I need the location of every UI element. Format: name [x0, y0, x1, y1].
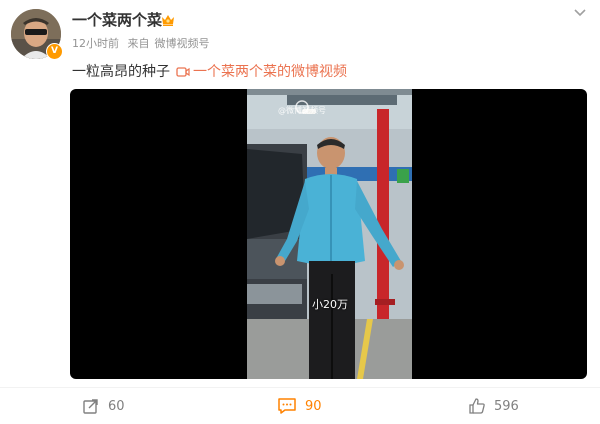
verified-badge: V: [46, 43, 63, 60]
forward-icon: [83, 399, 98, 414]
weibo-post-card: V 一个菜两个菜 12小时前 来自 微博视频号 一粒高昂的种子 一个菜两个菜的微博…: [0, 0, 600, 424]
video-thumbnail: [247, 89, 412, 379]
video-link-icon: [176, 67, 190, 77]
forward-button[interactable]: 60: [82, 388, 125, 424]
crown-icon: [162, 15, 174, 26]
video-subtitle: 小20万: [312, 298, 348, 311]
action-bar: 60 90 596: [0, 388, 600, 424]
video-link-text: 一个菜两个菜的微博视频: [193, 64, 347, 80]
chevron-down-icon[interactable]: [572, 4, 588, 20]
post-meta: 12小时前 来自 微博视频号: [72, 36, 215, 52]
comment-count: 90: [305, 398, 322, 414]
comment-button[interactable]: 90: [277, 388, 322, 424]
post-source[interactable]: 微博视频号: [155, 37, 210, 50]
video-frame: [247, 89, 412, 379]
video-player[interactable]: [70, 89, 587, 379]
post-content: 一粒高昂的种子 一个菜两个菜的微博视频: [72, 62, 347, 82]
source-prefix: 来自: [127, 37, 150, 50]
thumbs-up-icon: [469, 398, 485, 414]
video-watermark: @微博视频号: [278, 106, 326, 115]
forward-count: 60: [108, 398, 125, 414]
username[interactable]: 一个菜两个菜: [72, 10, 162, 30]
like-count: 596: [494, 398, 519, 414]
comment-icon: [278, 398, 296, 414]
like-button[interactable]: 596: [468, 388, 519, 424]
post-text: 一粒高昂的种子: [72, 64, 170, 80]
post-time[interactable]: 12小时前: [72, 37, 119, 50]
video-link[interactable]: 一个菜两个菜的微博视频: [176, 62, 347, 82]
